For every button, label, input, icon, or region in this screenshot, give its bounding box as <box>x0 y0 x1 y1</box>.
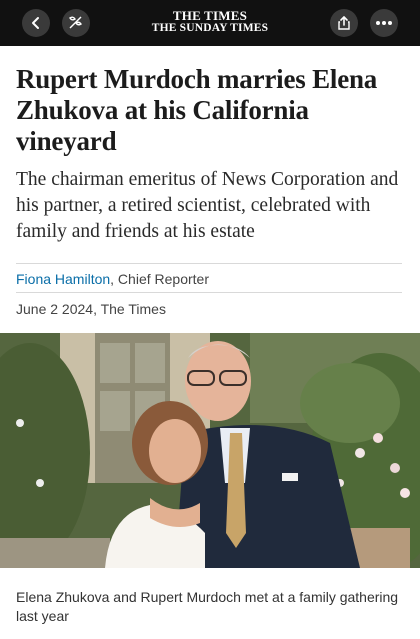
reader-mode-icon <box>69 16 82 29</box>
more-button[interactable] <box>370 9 398 37</box>
article-headline: Rupert Murdoch marries Elena Zhukova at … <box>16 64 378 156</box>
share-icon <box>338 16 350 30</box>
chevron-left-icon <box>32 17 39 29</box>
article-header: Rupert Murdoch marries Elena Zhukova at … <box>16 46 406 245</box>
more-horizontal-icon <box>376 21 392 25</box>
divider <box>16 263 402 264</box>
article-photo[interactable] <box>0 333 420 568</box>
masthead-title: THE TIMES <box>172 8 248 23</box>
publish-date: June 2 2024, The Times <box>16 301 166 317</box>
top-toolbar: THE TIMES THE SUNDAY TIMES <box>0 0 420 46</box>
divider <box>16 292 402 293</box>
back-button[interactable] <box>22 9 50 37</box>
reader-mode-button[interactable] <box>62 9 90 37</box>
byline: Fiona Hamilton, Chief Reporter <box>16 271 209 288</box>
photo-caption: Elena Zhukova and Rupert Murdoch met at … <box>16 589 399 624</box>
masthead-subtitle: THE SUNDAY TIMES <box>151 22 269 34</box>
masthead-logo[interactable]: THE TIMES THE SUNDAY TIMES <box>140 8 280 34</box>
author-role: , Chief Reporter <box>110 271 209 287</box>
author-link[interactable]: Fiona Hamilton <box>16 271 110 287</box>
photo-illustration <box>0 333 420 568</box>
share-button[interactable] <box>330 9 358 37</box>
article-standfirst: The chairman emeritus of News Corporatio… <box>16 169 399 242</box>
